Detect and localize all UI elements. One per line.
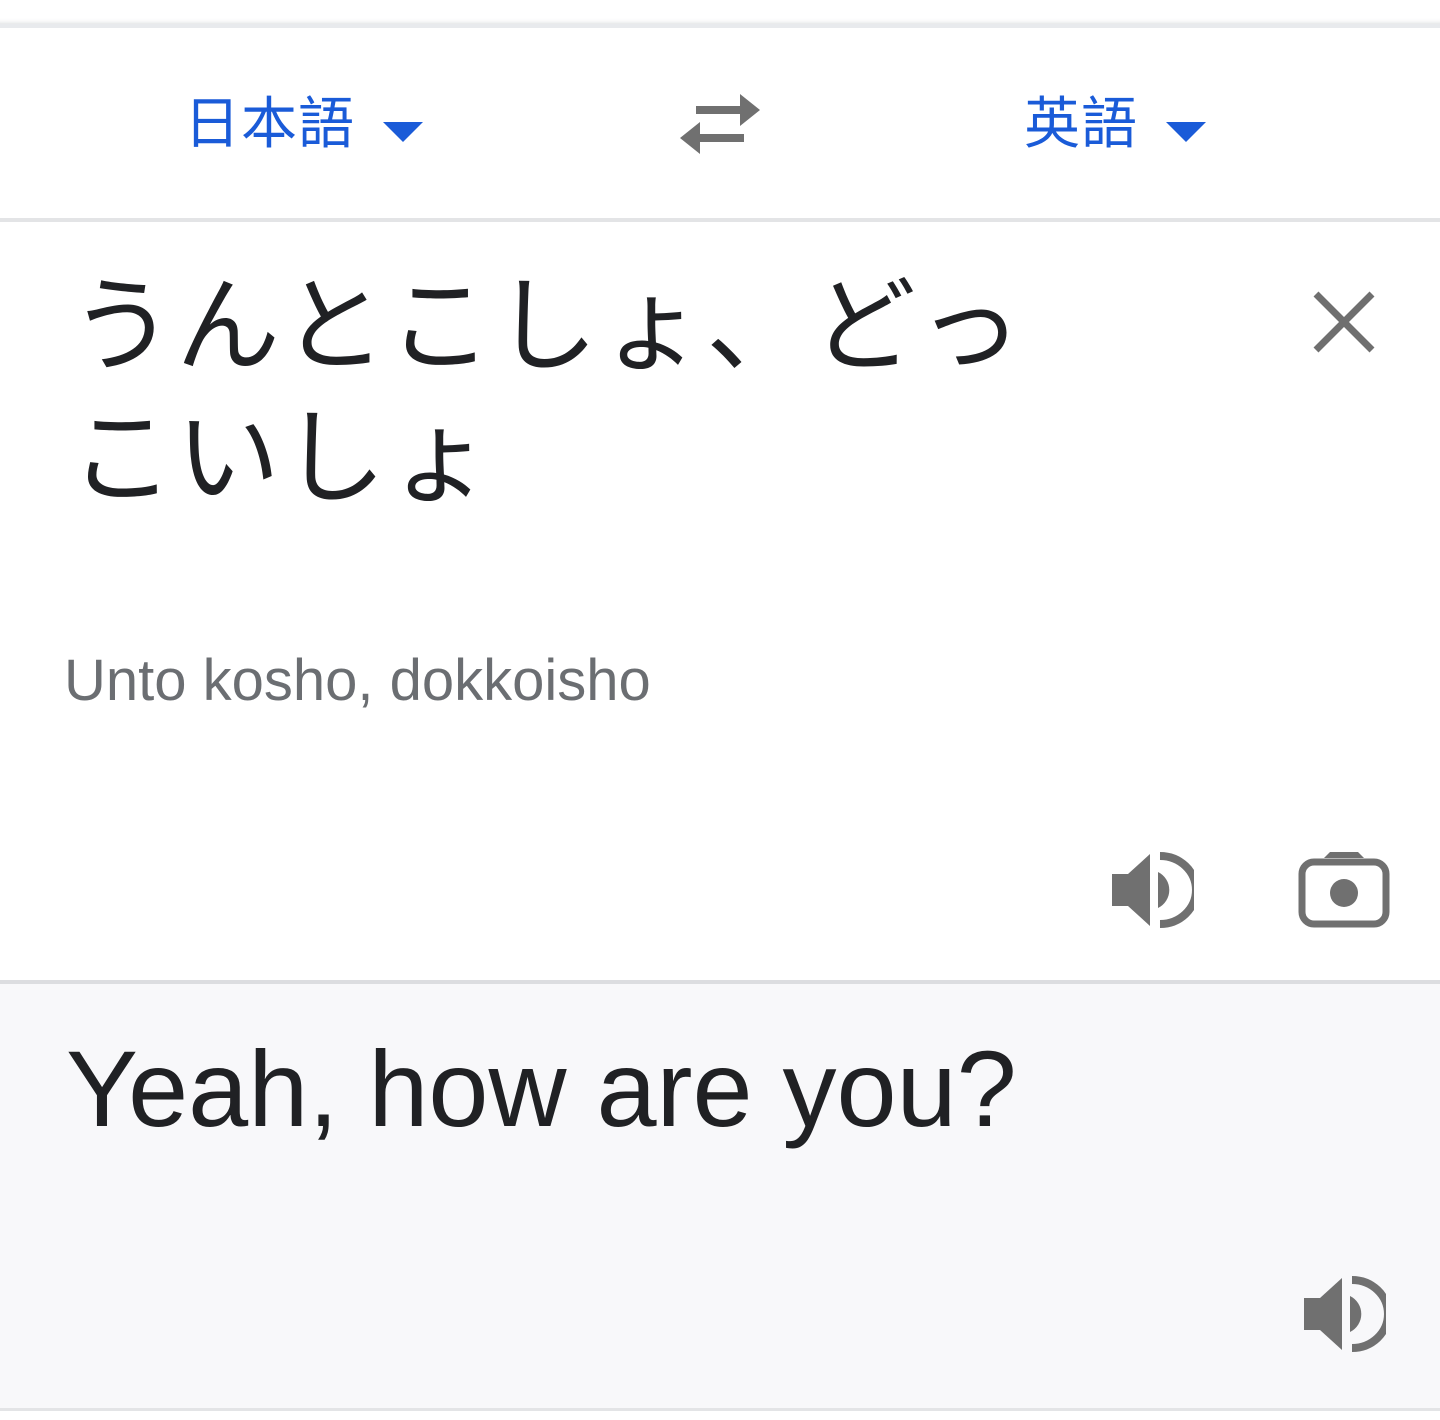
- bottom-edge: [0, 1408, 1440, 1420]
- target-language-selector[interactable]: 英語: [1024, 82, 1206, 168]
- source-language-label: 日本語: [184, 92, 355, 157]
- source-language-selector[interactable]: 日本語: [184, 82, 423, 168]
- translation-result-panel: Yeah, how are you?: [0, 984, 1440, 1408]
- translation-text: Yeah, how are you?: [66, 1028, 1017, 1149]
- clear-input-button[interactable]: [1300, 278, 1388, 366]
- listen-translation-button[interactable]: [1296, 1266, 1392, 1362]
- translate-app: 日本語 英語 うんとこしょ、どっこいしょ Unto kosho, dokkois…: [0, 0, 1440, 1420]
- swap-languages-button[interactable]: [672, 86, 768, 162]
- camera-icon: [1298, 852, 1390, 928]
- swap-arrows-icon: [680, 94, 760, 154]
- romanization-text: Unto kosho, dokkoisho: [64, 648, 651, 713]
- caret-down-icon: [383, 122, 423, 142]
- close-icon: [1313, 291, 1375, 353]
- source-text[interactable]: うんとこしょ、どっこいしょ: [70, 260, 1070, 524]
- source-input-panel[interactable]: うんとこしょ、どっこいしょ Unto kosho, dokkoisho: [0, 222, 1440, 980]
- caret-down-icon: [1166, 122, 1206, 142]
- target-language-label: 英語: [1024, 92, 1138, 157]
- speaker-icon: [1112, 852, 1194, 928]
- language-bar: 日本語 英語: [0, 28, 1440, 222]
- listen-source-button[interactable]: [1104, 842, 1200, 938]
- camera-button[interactable]: [1294, 842, 1394, 938]
- top-edge: [0, 0, 1440, 28]
- speaker-icon: [1304, 1276, 1386, 1352]
